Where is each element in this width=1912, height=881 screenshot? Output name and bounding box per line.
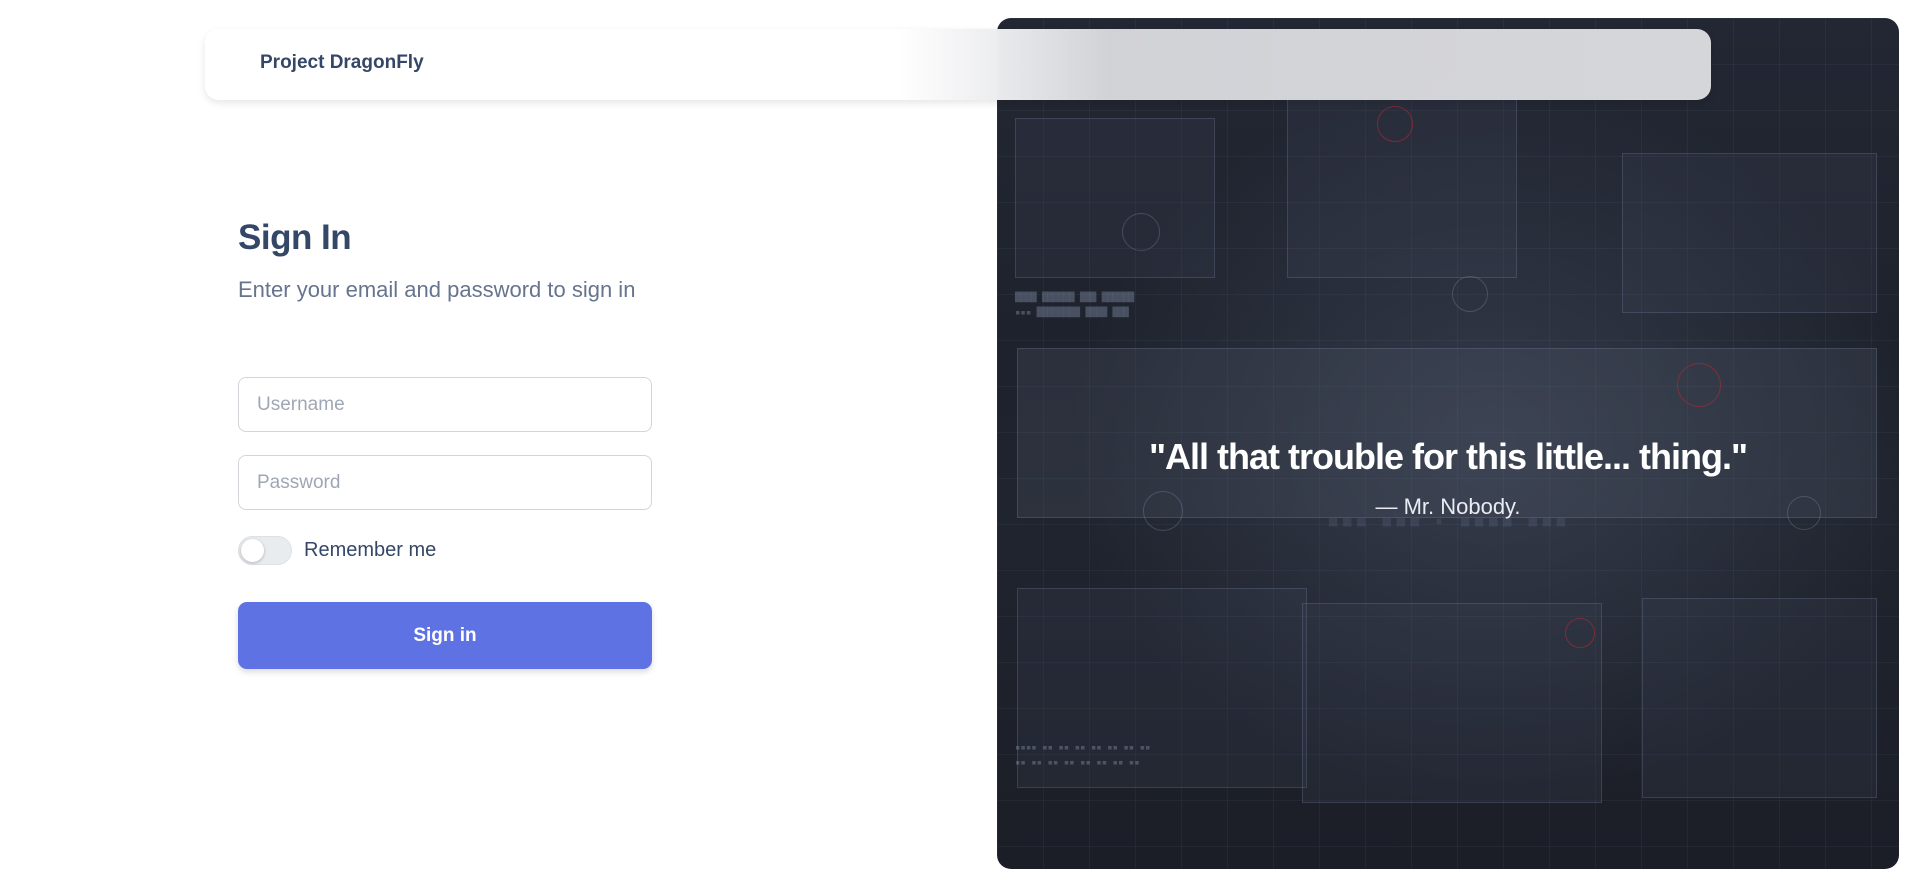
remember-me-toggle[interactable] xyxy=(238,536,292,565)
hero-panel: ████ ██████ ███ ██████ ▪▪▪ ████████ ████… xyxy=(997,18,1899,869)
hud-readout-decor: ▪▪▪▪ ▪▪ ▪▪ ▪▪ ▪▪ ▪▪ ▪▪ ▪▪ xyxy=(1015,743,1151,753)
hud-readout-decor: ▪▪ ▪▪ ▪▪ ▪▪ ▪▪ ▪▪ ▪▪ ▪▪ xyxy=(1015,758,1140,768)
target-reticle xyxy=(1377,106,1413,142)
hud-frame xyxy=(1015,118,1215,278)
hud-readout-decor: ████ ██████ ███ ██████ xyxy=(1015,293,1135,303)
hud-readout-decor: ▪▪▪ ████████ ████ ███ xyxy=(1015,308,1129,318)
quote-author: — Mr. Nobody. xyxy=(1375,494,1521,519)
target-reticle xyxy=(1122,213,1160,251)
hud-frame xyxy=(1642,598,1877,798)
sign-in-button[interactable]: Sign in xyxy=(238,602,652,669)
hud-frame xyxy=(1302,603,1602,803)
hero-quote: "All that trouble for this little... thi… xyxy=(1148,436,1748,477)
remember-me-label[interactable]: Remember me xyxy=(304,539,436,562)
quote-block: "All that trouble for this little... thi… xyxy=(997,436,1899,520)
page-subtitle: Enter your email and password to sign in xyxy=(238,277,636,302)
username-input[interactable] xyxy=(238,377,652,432)
hud-frame xyxy=(1622,153,1877,313)
top-navbar: Project DragonFly xyxy=(205,29,1711,100)
password-input[interactable] xyxy=(238,455,652,510)
target-reticle xyxy=(1565,618,1595,648)
target-reticle xyxy=(1677,363,1721,407)
target-reticle xyxy=(1452,276,1488,312)
signin-form: Sign In Enter your email and password to… xyxy=(238,218,652,669)
page-title: Sign In xyxy=(238,218,352,257)
toggle-knob xyxy=(241,539,264,562)
brand-link[interactable]: Project DragonFly xyxy=(260,52,424,74)
remember-me-row: Remember me xyxy=(238,536,436,565)
